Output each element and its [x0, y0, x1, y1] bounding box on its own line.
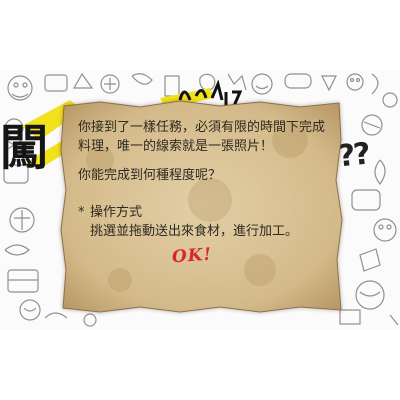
controls-description: 挑選並拖動送出來食材，進行加工。: [90, 224, 299, 239]
bullet-asterisk: *: [78, 205, 85, 220]
dialog-content: 你接到了一樣任務，必須有限的時間下完成料理，唯一的線索就是一張照片！ 你能完成到…: [78, 118, 328, 241]
controls-section: * 操作方式 挑選並拖動送出來食材，進行加工。: [78, 203, 328, 241]
title-art: 闖: [0, 108, 48, 178]
controls-title: 操作方式: [90, 205, 143, 220]
instruction-dialog: 你接到了一樣任務，必須有限的時間下完成料理，唯一的線索就是一張照片！ 你能完成到…: [60, 100, 343, 314]
title-art-glyph: 闖: [0, 120, 49, 176]
mission-text: 你接到了一樣任務，必須有限的時間下完成料理，唯一的線索就是一張照片！: [78, 120, 326, 154]
ok-button[interactable]: OK!: [171, 245, 212, 268]
challenge-question: 你能完成到何種程度呢？: [78, 168, 222, 183]
